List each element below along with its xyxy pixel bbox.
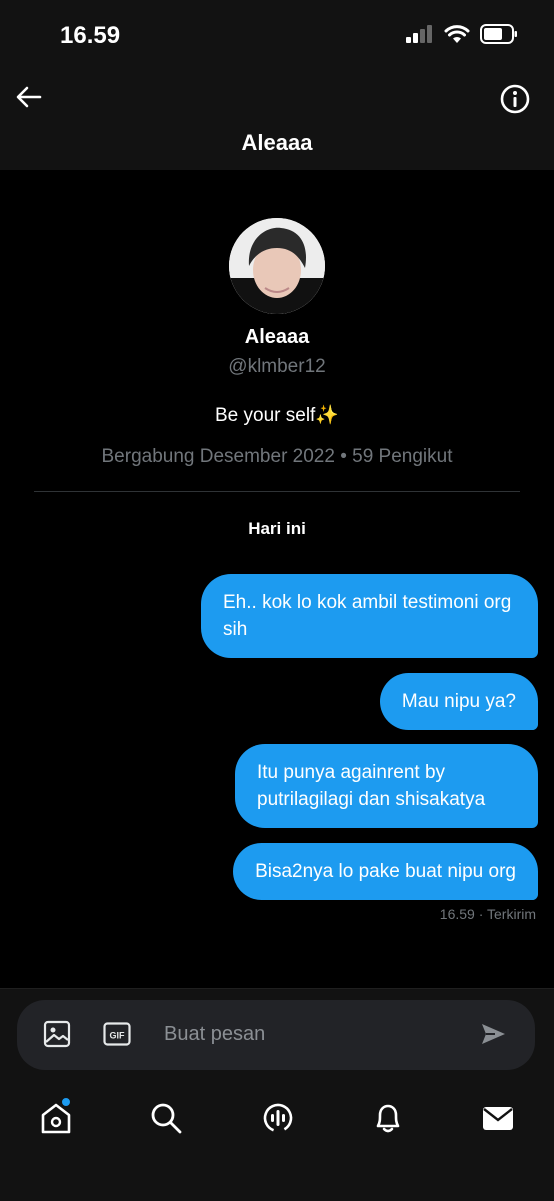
wifi-icon — [444, 25, 470, 43]
header-title: Aleaaa — [241, 130, 313, 155]
message-input[interactable]: Buat pesan — [164, 1023, 265, 1046]
send-button[interactable] — [479, 1020, 507, 1053]
profile-meta: Bergabung Desember 2022 • 59 Pengikut — [101, 446, 453, 467]
bell-icon — [376, 1104, 400, 1133]
nav-spaces[interactable] — [260, 1100, 296, 1136]
avatar[interactable] — [229, 218, 325, 314]
back-button[interactable] — [14, 82, 44, 112]
top-bar: 16.59 Aleaaa — [0, 0, 554, 170]
search-icon — [151, 1103, 182, 1134]
divider — [34, 491, 520, 492]
image-icon — [43, 1020, 71, 1048]
message-status: 16.59 · Terkirim — [439, 906, 536, 922]
profile-handle: @klmber12 — [228, 356, 326, 377]
profile-name: Aleaaa — [244, 326, 310, 348]
arrow-left-icon — [16, 86, 42, 108]
nav-search[interactable] — [148, 1100, 184, 1136]
nav-notifications[interactable] — [370, 1100, 406, 1136]
day-label: Hari ini — [248, 519, 306, 538]
nav-messages[interactable] — [480, 1100, 516, 1136]
status-icons — [406, 24, 518, 44]
spaces-icon — [263, 1103, 293, 1133]
send-icon — [482, 1024, 505, 1044]
avatar-photo — [229, 218, 325, 314]
info-button[interactable] — [500, 84, 530, 114]
battery-icon — [480, 24, 517, 44]
message-bubble[interactable]: Eh.. kok lo kok ambil testimoni org sih — [201, 574, 538, 658]
gif-icon: GIF — [103, 1022, 131, 1046]
notification-dot — [60, 1096, 72, 1108]
image-button[interactable] — [43, 1020, 71, 1053]
bottom-nav — [0, 1092, 554, 1152]
gif-label: GIF — [110, 1031, 126, 1041]
mail-icon — [483, 1107, 513, 1130]
info-icon — [500, 84, 530, 114]
nav-home[interactable] — [38, 1096, 74, 1136]
message-bubble[interactable]: Bisa2nya lo pake buat nipu org — [233, 843, 538, 900]
message-composer[interactable]: GIF Buat pesan — [17, 1000, 535, 1070]
status-time: 16.59 — [60, 22, 121, 49]
signal-icon — [406, 25, 432, 43]
profile-bio: Be your self✨ — [215, 405, 339, 426]
gif-button[interactable]: GIF — [103, 1022, 131, 1051]
message-bubble[interactable]: Mau nipu ya? — [379, 673, 538, 730]
message-bubble[interactable]: Itu punya againrent by putrilagilagi dan… — [235, 744, 538, 828]
